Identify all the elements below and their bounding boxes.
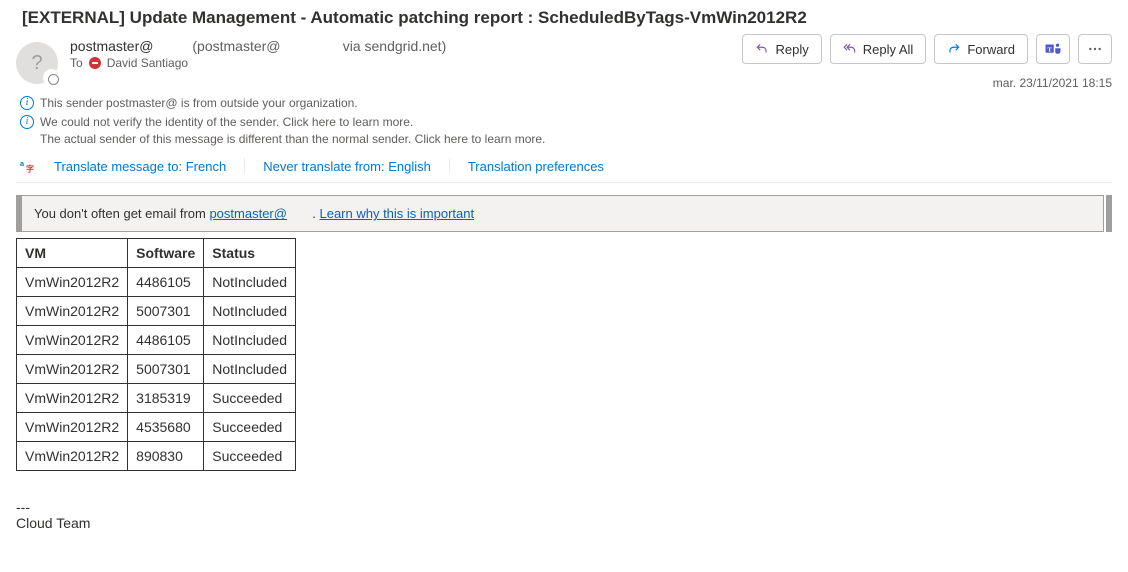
table-cell: 4486105 (128, 268, 204, 297)
reply-all-label: Reply All (863, 42, 914, 57)
signature-sep: --- (16, 499, 1112, 515)
translate-bar: a字 Translate message to: French Never tr… (16, 158, 1112, 183)
table-cell: VmWin2012R2 (17, 297, 128, 326)
teams-button[interactable]: T (1036, 34, 1070, 64)
table-row: VmWin2012R24535680Succeeded (17, 413, 296, 442)
table-cell: 4535680 (128, 413, 204, 442)
safety-tip: You don't often get email from postmaste… (16, 195, 1112, 232)
table-cell: NotIncluded (204, 268, 296, 297)
table-cell: VmWin2012R2 (17, 384, 128, 413)
never-translate-link[interactable]: Never translate from: English (263, 159, 431, 174)
table-row: VmWin2012R24486105NotIncluded (17, 326, 296, 355)
table-cell: 4486105 (128, 326, 204, 355)
col-status: Status (204, 239, 296, 268)
sender-parenthetical: (postmaster@ (192, 38, 280, 54)
table-row: VmWin2012R23185319Succeeded (17, 384, 296, 413)
reply-label: Reply (775, 42, 808, 57)
timestamp: mar. 23/11/2021 18:15 (993, 76, 1112, 90)
identity-warning[interactable]: We could not verify the identity of the … (40, 113, 413, 132)
signature: --- Cloud Team (16, 499, 1112, 531)
ellipsis-icon (1087, 41, 1103, 57)
external-sender-warning: This sender postmaster@ is from outside … (40, 94, 358, 113)
separator (449, 158, 450, 174)
table-cell: 3185319 (128, 384, 204, 413)
presence-indicator (48, 74, 59, 85)
svg-text:T: T (1047, 46, 1052, 53)
teams-icon: T (1044, 40, 1062, 58)
warning-block: i This sender postmaster@ is from outsid… (16, 94, 1112, 146)
svg-text:a: a (20, 159, 25, 168)
reply-button[interactable]: Reply (742, 34, 821, 64)
svg-text:字: 字 (26, 164, 34, 174)
table-cell: 5007301 (128, 297, 204, 326)
forward-label: Forward (967, 42, 1015, 57)
email-header: ? postmaster@ (postmaster@ via sendgrid.… (16, 38, 1112, 84)
learn-why-link[interactable]: Learn why this is important (319, 206, 474, 221)
translate-to-link[interactable]: Translate message to: French (54, 159, 226, 174)
avatar: ? (16, 42, 58, 84)
reply-all-button[interactable]: Reply All (830, 34, 927, 64)
table-cell: VmWin2012R2 (17, 442, 128, 471)
tip-prefix: You don't often get email from (34, 206, 209, 221)
to-label: To (70, 56, 83, 70)
stop-icon (89, 57, 101, 69)
col-software: Software (128, 239, 204, 268)
table-cell: NotIncluded (204, 355, 296, 384)
table-cell: 890830 (128, 442, 204, 471)
table-cell: VmWin2012R2 (17, 326, 128, 355)
table-row: VmWin2012R24486105NotIncluded (17, 268, 296, 297)
tip-sender-link[interactable]: postmaster@ (209, 206, 287, 221)
table-cell: NotIncluded (204, 297, 296, 326)
avatar-initial: ? (31, 52, 42, 75)
to-recipient: David Santiago (107, 56, 188, 70)
report-table: VM Software Status VmWin2012R24486105Not… (16, 238, 296, 471)
table-cell: 5007301 (128, 355, 204, 384)
table-row: VmWin2012R25007301NotIncluded (17, 297, 296, 326)
info-icon: i (20, 115, 34, 129)
separator (244, 158, 245, 174)
col-vm: VM (17, 239, 128, 268)
table-cell: Succeeded (204, 442, 296, 471)
sender-via: via sendgrid.net) (343, 38, 447, 54)
tip-accent-right (1106, 195, 1112, 232)
actual-sender-warning[interactable]: The actual sender of this message is dif… (40, 132, 1112, 146)
more-actions-button[interactable] (1078, 34, 1112, 64)
translate-icon: a字 (20, 158, 36, 174)
reply-icon (755, 42, 769, 56)
table-cell: VmWin2012R2 (17, 413, 128, 442)
forward-icon (947, 42, 961, 56)
info-icon: i (20, 96, 34, 110)
forward-button[interactable]: Forward (934, 34, 1028, 64)
table-cell: Succeeded (204, 384, 296, 413)
sender-display: postmaster@ (70, 38, 153, 54)
reply-all-icon (843, 42, 857, 56)
table-row: VmWin2012R2890830Succeeded (17, 442, 296, 471)
message-actions: Reply Reply All Forward T mar. 23/11/202… (742, 34, 1112, 64)
signature-line: Cloud Team (16, 515, 1112, 531)
table-row: VmWin2012R25007301NotIncluded (17, 355, 296, 384)
table-cell: Succeeded (204, 413, 296, 442)
table-cell: VmWin2012R2 (17, 355, 128, 384)
table-cell: NotIncluded (204, 326, 296, 355)
translation-prefs-link[interactable]: Translation preferences (468, 159, 604, 174)
table-cell: VmWin2012R2 (17, 268, 128, 297)
email-subject: [EXTERNAL] Update Management - Automatic… (16, 8, 1112, 28)
